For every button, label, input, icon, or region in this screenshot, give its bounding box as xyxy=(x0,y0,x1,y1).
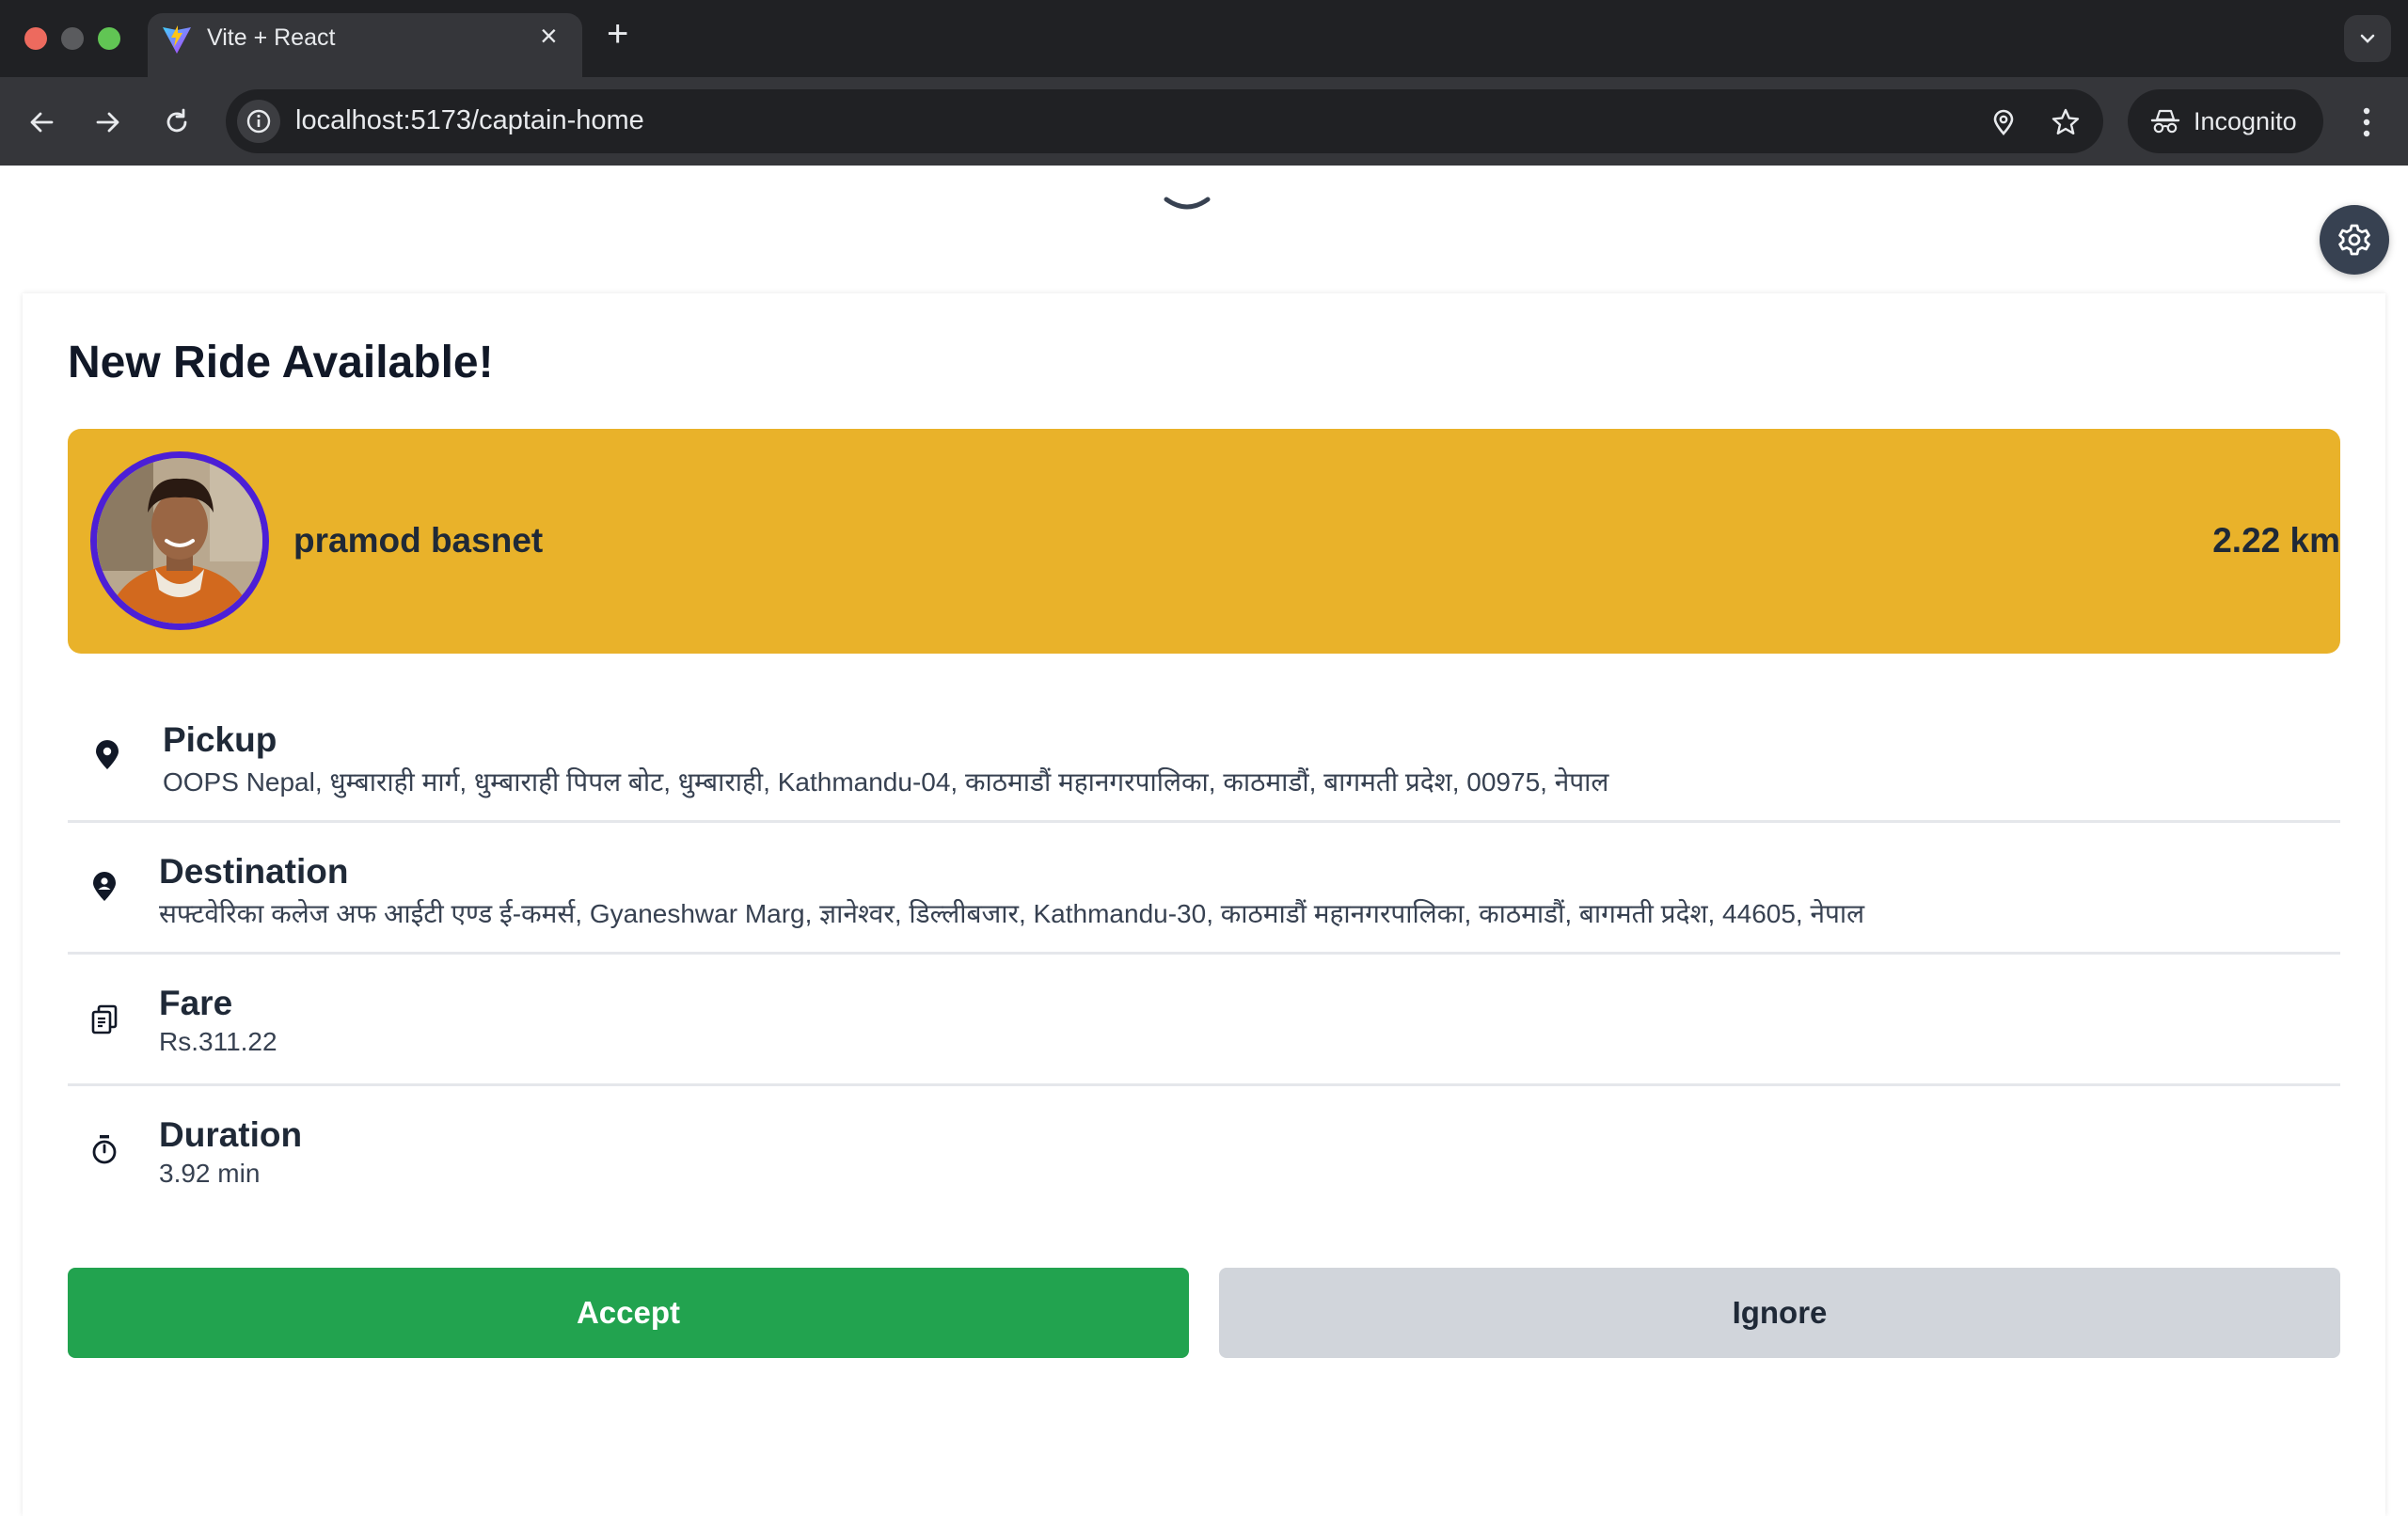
divider xyxy=(68,1083,2340,1086)
new-tab-icon[interactable]: + xyxy=(607,15,628,53)
more-vertical-icon xyxy=(2363,107,2370,137)
ignore-button[interactable]: Ignore xyxy=(1219,1268,2340,1358)
fare-label: Fare xyxy=(159,984,233,1022)
tab-search-button[interactable] xyxy=(2344,15,2391,62)
info-icon xyxy=(246,109,271,134)
incognito-icon xyxy=(2150,109,2180,134)
page-title: New Ride Available! xyxy=(68,338,494,387)
tab-title: Vite + React xyxy=(207,24,336,51)
reload-icon xyxy=(166,108,187,133)
timer-icon xyxy=(87,1133,121,1167)
chevron-down-icon xyxy=(2360,34,2375,43)
arrow-right-icon xyxy=(96,112,119,133)
rider-name: pramod basnet xyxy=(293,521,544,560)
destination-label: Destination xyxy=(159,852,349,891)
user-location-icon xyxy=(87,870,121,904)
gear-icon xyxy=(2338,224,2370,256)
pickup-address: OOPS Nepal, धुम्बाराही मार्ग, धुम्बाराही… xyxy=(163,767,1609,797)
close-tab-icon[interactable]: × xyxy=(540,21,558,51)
divider xyxy=(68,952,2340,955)
bill-icon xyxy=(87,1003,121,1036)
vite-logo-icon xyxy=(163,25,191,54)
pickup-label: Pickup xyxy=(163,720,277,759)
window-close-button[interactable] xyxy=(24,27,47,50)
url-text[interactable]: localhost:5173/captain-home xyxy=(295,105,644,136)
divider xyxy=(68,820,2340,823)
accept-button[interactable]: Accept xyxy=(68,1268,1189,1358)
ride-distance: 2.22 km xyxy=(2212,521,2340,560)
back-button[interactable] xyxy=(21,102,62,143)
avatar xyxy=(90,451,269,630)
window-maximize-button[interactable] xyxy=(98,27,120,50)
bookmark-star-icon[interactable] xyxy=(2045,102,2086,143)
rider-photo xyxy=(97,458,262,624)
settings-button[interactable] xyxy=(2320,205,2389,275)
duration-value: 3.92 min xyxy=(159,1159,261,1188)
arrow-left-icon xyxy=(30,112,54,133)
duration-label: Duration xyxy=(159,1115,303,1154)
collapse-panel-chevron-icon[interactable] xyxy=(1163,194,1212,218)
destination-address: सफ्टवेरिका कलेज अफ आईटी एण्ड ई-कमर्स, Gy… xyxy=(159,899,1865,928)
incognito-label: Incognito xyxy=(2194,106,2297,135)
site-info-button[interactable] xyxy=(237,100,280,143)
reload-button[interactable] xyxy=(156,102,198,143)
incognito-indicator[interactable]: Incognito xyxy=(2128,89,2323,153)
fare-value: Rs.311.22 xyxy=(159,1027,277,1056)
map-pin-icon xyxy=(90,738,124,772)
location-icon[interactable] xyxy=(1983,102,2024,143)
forward-button[interactable] xyxy=(87,102,129,143)
browser-menu-button[interactable] xyxy=(2346,100,2387,145)
window-minimize-button[interactable] xyxy=(61,27,84,50)
